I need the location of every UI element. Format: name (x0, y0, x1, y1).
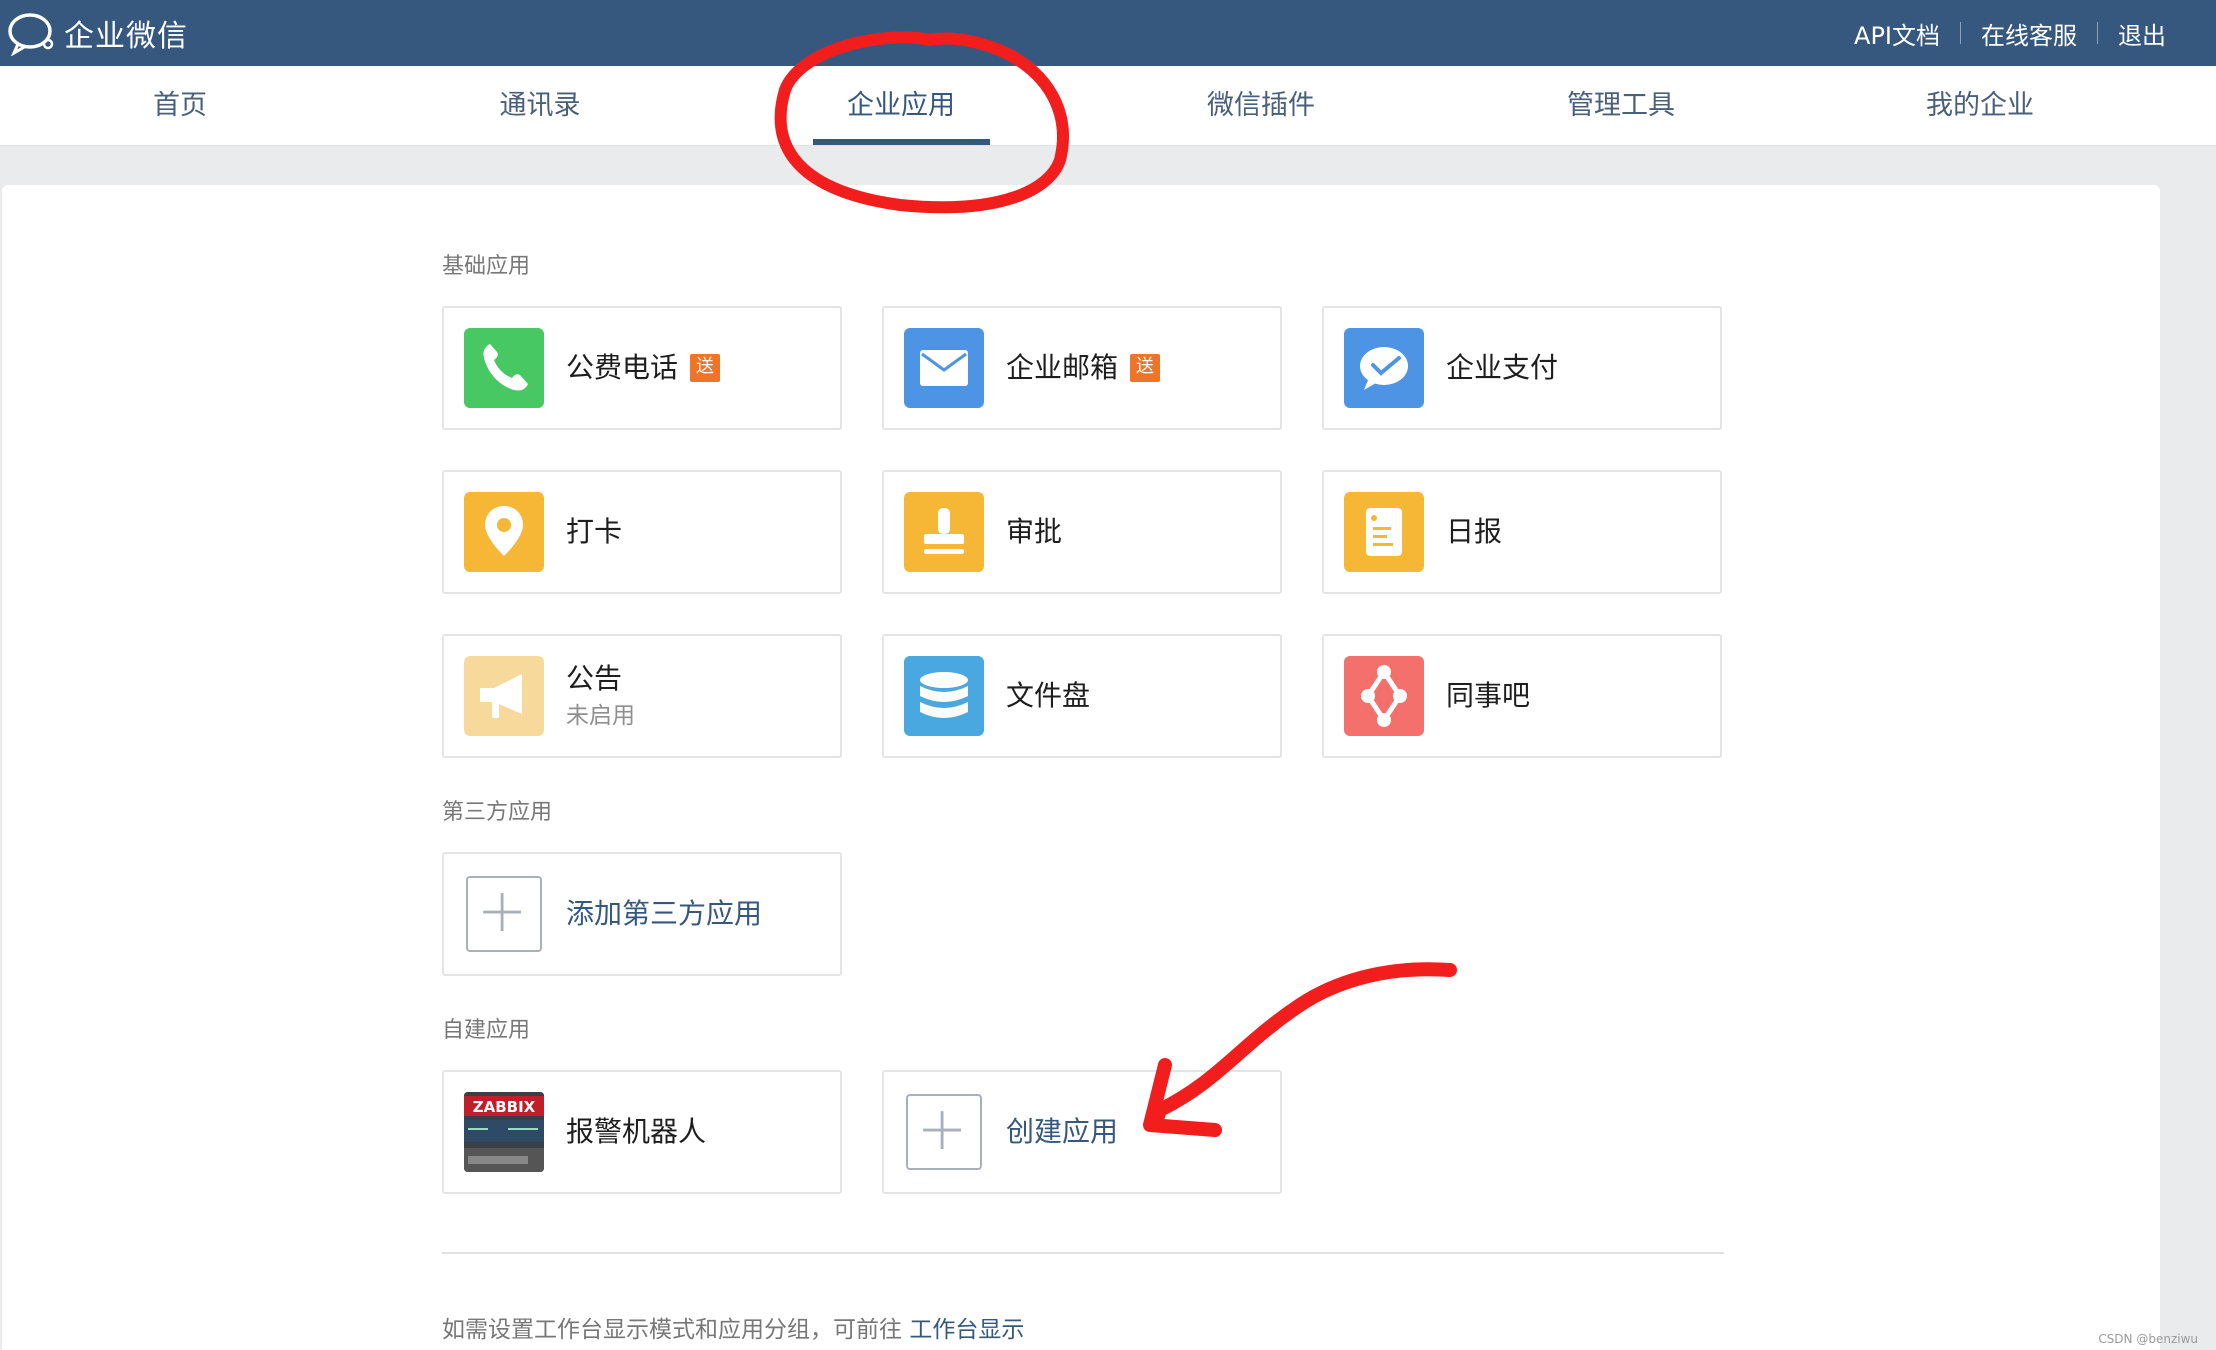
database-icon (904, 656, 984, 736)
network-icon (1344, 656, 1424, 736)
section-custom-apps: 自建应用 (442, 1018, 531, 1043)
app-card-checkin[interactable]: 打卡 (442, 470, 842, 594)
app-name: 公告 未启用 (566, 662, 635, 730)
gift-badge: 送 (690, 354, 721, 382)
app-name: 日报 (1446, 515, 1503, 548)
mail-icon (904, 328, 984, 408)
tab-wechat-plugin[interactable]: 微信插件 (1081, 66, 1441, 146)
tab-my-company[interactable]: 我的企业 (1800, 66, 2160, 146)
section-basic-apps: 基础应用 (442, 254, 531, 279)
plus-icon (906, 1094, 982, 1170)
wecom-logo-icon (8, 13, 54, 56)
pay-icon (1344, 328, 1424, 408)
tab-apps[interactable]: 企业应用 (721, 66, 1081, 146)
app-card-daily[interactable]: 日报 (1322, 470, 1722, 594)
app-card-mail[interactable]: 企业邮箱送 (882, 306, 1282, 430)
active-tab-indicator (813, 139, 990, 145)
divider (442, 1252, 1724, 1254)
app-name: 创建应用 (1006, 1115, 1119, 1148)
app-name: 企业支付 (1446, 351, 1559, 384)
separator (1960, 22, 1961, 44)
app-card-phone[interactable]: 公费电话送 (442, 306, 842, 430)
app-card-drive[interactable]: 文件盘 (882, 634, 1282, 758)
app-status: 未启用 (566, 703, 635, 730)
app-name: 同事吧 (1446, 679, 1531, 712)
separator (2097, 22, 2098, 44)
top-links: API文档 在线客服 退出 (1854, 0, 2166, 66)
app-name: 审批 (1006, 515, 1063, 548)
create-app-button[interactable]: 创建应用 (882, 1070, 1282, 1194)
location-pin-icon (464, 492, 544, 572)
report-icon (1344, 492, 1424, 572)
section-third-party-apps: 第三方应用 (442, 800, 553, 825)
phone-icon (464, 328, 544, 408)
tab-contacts[interactable]: 通讯录 (360, 66, 720, 146)
app-name: 打卡 (566, 515, 623, 548)
megaphone-icon (464, 656, 544, 736)
support-link[interactable]: 在线客服 (1981, 16, 2077, 51)
add-third-party-app-button[interactable]: 添加第三方应用 (442, 852, 842, 976)
brand-name: 企业微信 (64, 19, 188, 54)
app-card-approval[interactable]: 审批 (882, 470, 1282, 594)
tab-management-tools[interactable]: 管理工具 (1441, 66, 1801, 146)
app-card-alarm-bot[interactable]: ZABBIX 报警机器人 (442, 1070, 842, 1194)
gift-badge: 送 (1130, 354, 1161, 382)
top-bar: 企业微信 API文档 在线客服 退出 (0, 0, 2216, 66)
plus-icon (466, 876, 542, 952)
brand-logo[interactable]: 企业微信 (4, 10, 188, 56)
zabbix-logo-text: ZABBIX (473, 1098, 536, 1116)
logout-link[interactable]: 退出 (2118, 16, 2166, 51)
main-nav: 首页 通讯录 企业应用 微信插件 管理工具 我的企业 (0, 66, 2216, 146)
app-name: 公费电话送 (566, 308, 721, 428)
watermark: CSDN @benziwu (2098, 1332, 2198, 1346)
app-name: 添加第三方应用 (566, 897, 763, 930)
zabbix-icon: ZABBIX (464, 1092, 544, 1172)
stamp-icon (904, 492, 984, 572)
workbench-display-link[interactable]: 工作台显示 (909, 1317, 1024, 1343)
app-name: 文件盘 (1006, 679, 1091, 712)
app-card-colleague[interactable]: 同事吧 (1322, 634, 1722, 758)
app-card-pay[interactable]: 企业支付 (1322, 306, 1722, 430)
app-name: 报警机器人 (566, 1115, 707, 1148)
tab-home[interactable]: 首页 (0, 66, 360, 146)
api-docs-link[interactable]: API文档 (1854, 16, 1940, 51)
footer-note: 如需设置工作台显示模式和应用分组，可前往 工作台显示 (442, 1317, 1025, 1343)
app-card-notice[interactable]: 公告 未启用 (442, 634, 842, 758)
app-name: 企业邮箱送 (1006, 308, 1161, 428)
